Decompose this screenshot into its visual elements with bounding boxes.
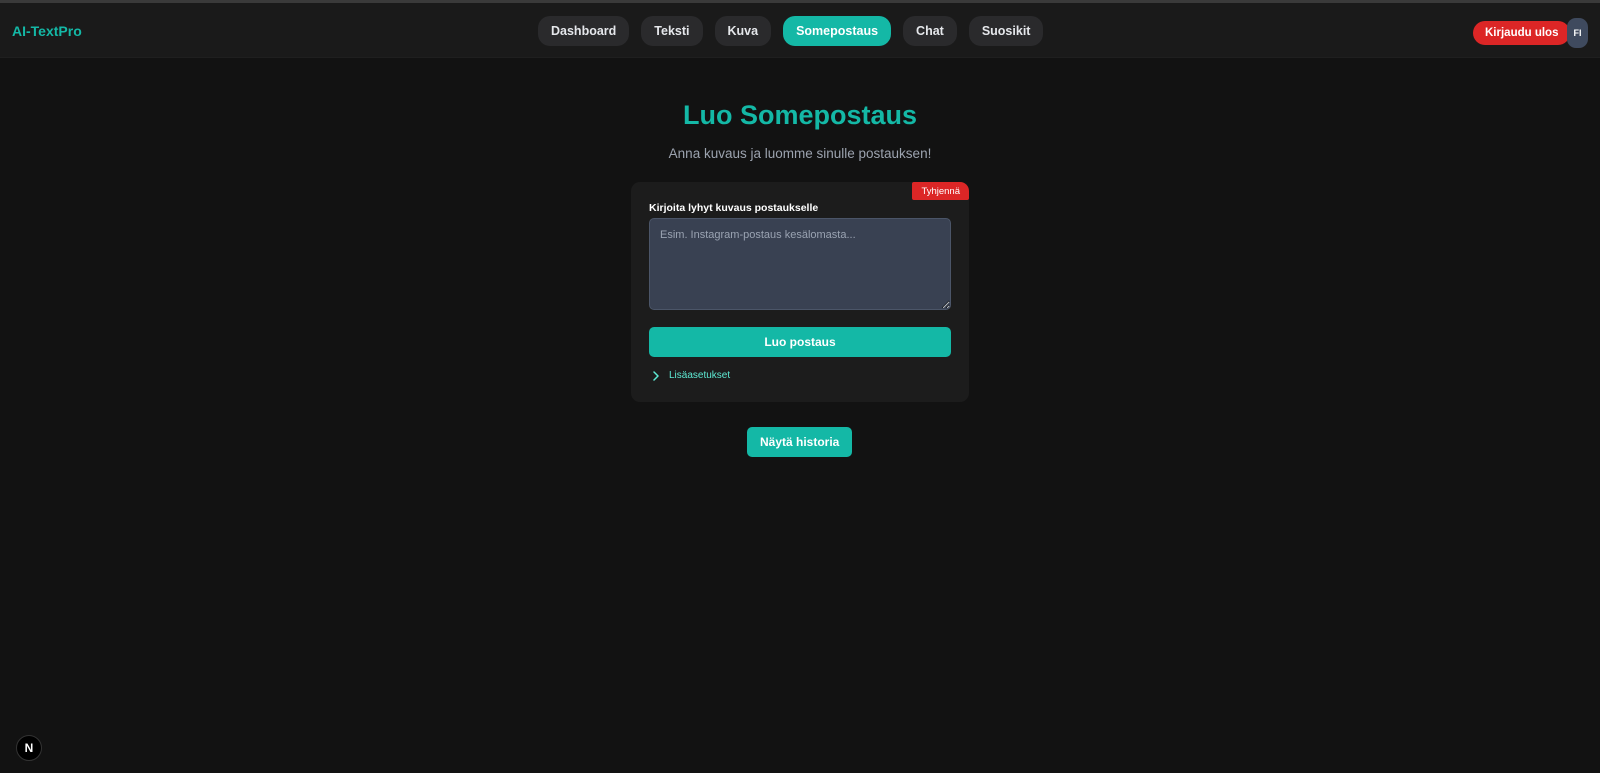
brand-logo[interactable]: AI-TextPro bbox=[12, 23, 82, 39]
page-title: Luo Somepostaus bbox=[682, 100, 918, 130]
nav-tab-suosikit[interactable]: Suosikit bbox=[968, 16, 1044, 46]
create-post-button[interactable]: Luo postaus bbox=[649, 327, 951, 357]
description-textarea[interactable] bbox=[649, 218, 951, 310]
post-form-card: Tyhjennä Kirjoita lyhyt kuvaus postaukse… bbox=[631, 182, 969, 402]
page-subtitle: Anna kuvaus ja luomme sinulle postauksen… bbox=[668, 146, 932, 161]
nav-tab-teksti[interactable]: Teksti bbox=[641, 16, 703, 46]
nextjs-logo-icon[interactable]: N bbox=[16, 735, 42, 761]
show-history-button[interactable]: Näytä historia bbox=[747, 427, 853, 457]
nav-tab-chat[interactable]: Chat bbox=[903, 16, 957, 46]
language-toggle-button[interactable]: FI bbox=[1567, 18, 1588, 48]
advanced-settings-toggle[interactable]: Lisäasetukset bbox=[651, 370, 730, 381]
top-navbar: AI-TextPro Dashboard Teksti Kuva Somepos… bbox=[0, 0, 1600, 58]
main-nav: Dashboard Teksti Kuva Somepostaus Chat S… bbox=[538, 16, 1044, 46]
nav-tab-dashboard[interactable]: Dashboard bbox=[538, 16, 630, 46]
advanced-settings-label: Lisäasetukset bbox=[669, 370, 731, 381]
logout-button[interactable]: Kirjaudu ulos bbox=[1473, 21, 1571, 45]
nav-tab-somepostaus[interactable]: Somepostaus bbox=[783, 16, 892, 46]
clear-button[interactable]: Tyhjennä bbox=[912, 182, 969, 200]
description-label: Kirjoita lyhyt kuvaus postaukselle bbox=[649, 202, 819, 214]
chevron-right-icon bbox=[651, 370, 661, 381]
nav-tab-kuva[interactable]: Kuva bbox=[714, 16, 772, 46]
